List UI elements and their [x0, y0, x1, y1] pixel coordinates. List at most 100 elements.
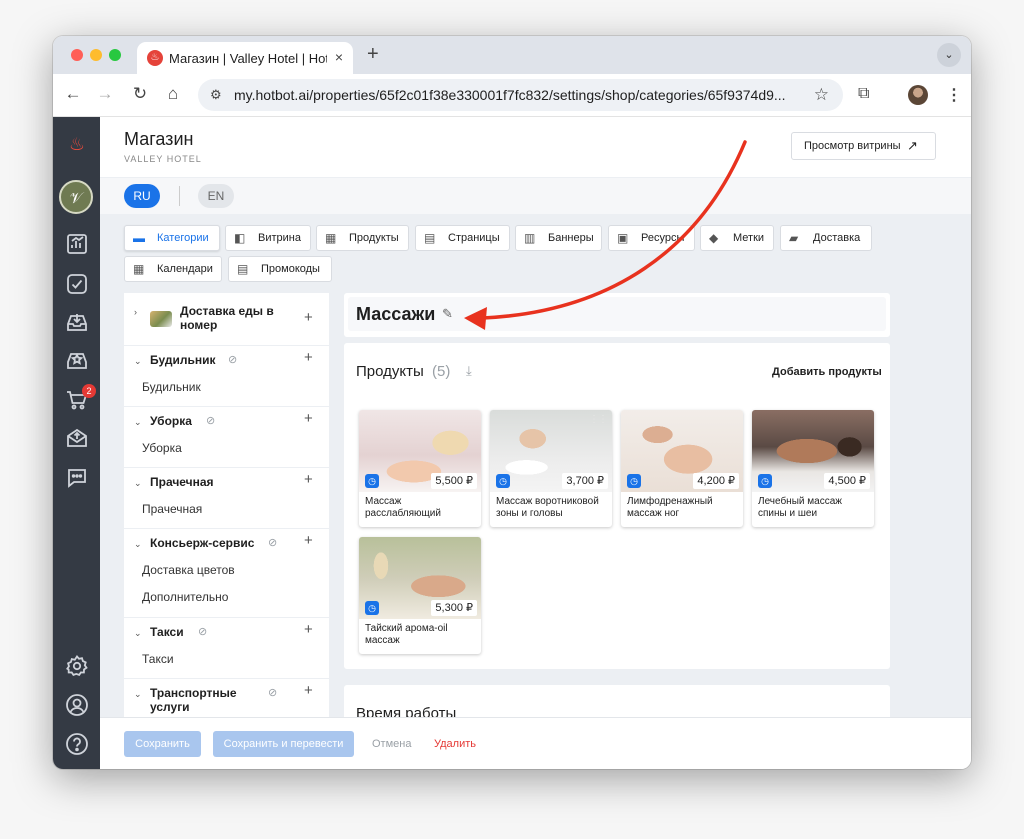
chevron-down-icon[interactable]: ⌄ [134, 478, 142, 489]
tab-promocodes[interactable]: ▤ Промокоды [228, 256, 332, 282]
browser-tab-active[interactable]: ♨ Магазин | Valley Hotel | Hotbot × [137, 42, 353, 74]
add-subcategory-icon[interactable]: + [304, 532, 313, 549]
settings-gear-icon[interactable] [64, 654, 90, 680]
extensions-puzzle-icon[interactable]: ⧉ [858, 85, 869, 103]
inbox-download-icon[interactable] [64, 310, 90, 336]
subcategory-item[interactable]: Будильник [142, 380, 201, 394]
delivery-truck-icon: ▰ [789, 231, 799, 245]
address-bar[interactable]: ⚙ my.hotbot.ai/properties/65f2c01f38e330… [198, 79, 843, 111]
shop-hidden-icon: ⊘ [268, 537, 278, 549]
bookmark-star-icon[interactable]: ☆ [814, 85, 829, 105]
tab-close-icon[interactable]: × [335, 49, 343, 65]
address-url: my.hotbot.ai/properties/65f2c01f38e33000… [234, 87, 786, 103]
save-button[interactable]: Сохранить [124, 731, 201, 757]
category-title-field[interactable]: Массажи ✎ [348, 297, 886, 331]
tasks-check-icon[interactable] [64, 272, 90, 298]
lang-ru-button[interactable]: RU [124, 184, 160, 208]
minimize-window-button[interactable] [90, 49, 102, 61]
hotbot-logo-icon[interactable]: ♨ [64, 131, 90, 157]
tab-products[interactable]: ▦ Продукты [316, 225, 409, 251]
download-icon[interactable]: ⤓ [466, 363, 472, 379]
add-products-button[interactable]: Добавить продукты [772, 366, 882, 378]
category-laundry[interactable]: ⌄ Прачечная + Прачечная [124, 467, 329, 529]
preview-storefront-button[interactable]: Просмотр витрины ↗ [791, 132, 936, 160]
maximize-window-button[interactable] [109, 49, 121, 61]
tab-pages[interactable]: ▤ Страницы [415, 225, 510, 251]
add-subcategory-icon[interactable]: + [304, 309, 313, 326]
products-count: (5) [432, 363, 451, 380]
products-icon: ▦ [325, 231, 337, 245]
mail-open-icon[interactable] [64, 426, 90, 452]
lang-en-button[interactable]: EN [198, 184, 234, 208]
product-card[interactable]: ◷ 5,300 ₽ Тайский арома-oil массаж [359, 537, 481, 654]
site-settings-icon[interactable]: ⚙ [210, 87, 222, 103]
delete-button[interactable]: Удалить [434, 738, 476, 750]
tab-search-dropdown-icon[interactable]: ⌄ [937, 43, 961, 67]
add-subcategory-icon[interactable]: + [304, 410, 313, 427]
tab-resources[interactable]: ▣ Ресурсы [608, 225, 695, 251]
shop-hidden-icon: ⊘ [268, 687, 278, 699]
add-subcategory-icon[interactable]: + [304, 349, 313, 366]
chevron-right-icon[interactable]: › [134, 307, 137, 317]
user-account-icon[interactable] [64, 693, 90, 719]
schedule-clock-icon: ◷ [365, 601, 379, 615]
banners-icon: ▥ [524, 231, 536, 245]
chevron-down-icon[interactable]: ⌄ [134, 417, 142, 428]
chat-bubble-icon[interactable] [64, 466, 90, 492]
reviews-star-icon[interactable] [64, 348, 90, 374]
chevron-down-icon[interactable]: ⌄ [134, 689, 142, 700]
add-subcategory-icon[interactable]: + [304, 471, 313, 488]
page-header: Магазин VALLEY HOTEL Просмотр витрины ↗ [100, 117, 971, 177]
forward-arrow-icon[interactable]: → [95, 84, 115, 104]
product-card[interactable]: ⋮⋮ ◷ 3,700 ₽ Массаж воротниковой зоны и … [490, 410, 612, 527]
chevron-down-icon[interactable]: ⌄ [134, 628, 142, 639]
subcategory-item[interactable]: Прачечная [142, 502, 202, 516]
new-tab-button[interactable]: + [367, 43, 379, 66]
close-window-button[interactable] [71, 49, 83, 61]
add-subcategory-icon[interactable]: + [304, 621, 313, 638]
browser-menu-icon[interactable]: ⋮ [946, 85, 962, 105]
subcategory-item[interactable]: Такси [142, 652, 174, 666]
add-subcategory-icon[interactable]: + [304, 682, 313, 699]
category-taxi[interactable]: ⌄ Такси ⊘ + Такси [124, 617, 329, 679]
analytics-chart-icon[interactable] [64, 232, 90, 258]
product-card[interactable]: ◷ 4,200 ₽ Лимфодренажный массаж ног [621, 410, 743, 527]
chevron-down-icon[interactable]: ⌄ [134, 356, 142, 367]
profile-avatar[interactable] [908, 85, 928, 105]
subcategory-item[interactable]: Дополнительно [142, 590, 228, 604]
main-content: Магазин VALLEY HOTEL Просмотр витрины ↗ … [100, 117, 971, 769]
edit-pencil-icon[interactable]: ✎ [442, 306, 453, 322]
category-concierge[interactable]: ⌄ Консьерж-сервис ⊘ + Доставка цветов До… [124, 528, 329, 618]
app-sidebar: ♨ 𝒱 2 [53, 117, 100, 769]
save-and-translate-button[interactable]: Сохранить и перевести [213, 731, 354, 757]
shop-hidden-icon: ⊘ [228, 354, 238, 366]
categories-icon: ▬ [133, 231, 145, 245]
category-room-service[interactable]: › Доставка еды в номер + [124, 293, 329, 346]
tab-tags[interactable]: ◆ Метки [700, 225, 774, 251]
product-card[interactable]: ◷ 5,500 ₽ Массаж расслабляющий [359, 410, 481, 527]
reload-icon[interactable]: ↻ [130, 84, 150, 104]
tab-calendars[interactable]: ▦ Календари [124, 256, 222, 282]
drag-handle-icon[interactable]: ⋮⋮ [589, 414, 608, 425]
category-title-card: Массажи ✎ [344, 293, 890, 337]
home-icon[interactable]: ⌂ [163, 84, 183, 104]
products-heading: Продукты [356, 363, 424, 380]
back-arrow-icon[interactable]: ← [63, 84, 83, 104]
category-alarm[interactable]: ⌄ Будильник ⊘ + Будильник [124, 345, 329, 407]
product-card[interactable]: ◷ 4,500 ₽ Лечебный массаж спины и шеи [752, 410, 874, 527]
calendar-icon: ▦ [133, 262, 145, 276]
help-question-icon[interactable] [64, 732, 90, 758]
tab-banners[interactable]: ▥ Баннеры [515, 225, 602, 251]
subcategory-item[interactable]: Уборка [142, 441, 182, 455]
chevron-down-icon[interactable]: ⌄ [134, 539, 142, 550]
cancel-button[interactable]: Отмена [372, 738, 411, 750]
tab-categories[interactable]: ▬ Категории [124, 225, 220, 251]
property-avatar[interactable]: 𝒱 [59, 180, 93, 214]
subcategory-item[interactable]: Доставка цветов [142, 563, 235, 577]
tab-delivery[interactable]: ▰ Доставка [780, 225, 872, 251]
product-name: Тайский арома-oil массаж [365, 623, 448, 646]
category-cleaning[interactable]: ⌄ Уборка ⊘ + Уборка [124, 406, 329, 468]
tab-storefront[interactable]: ◧ Витрина [225, 225, 311, 251]
language-switcher: RU EN [100, 177, 971, 214]
browser-window: ♨ Магазин | Valley Hotel | Hotbot × + ⌄ … [53, 36, 971, 769]
